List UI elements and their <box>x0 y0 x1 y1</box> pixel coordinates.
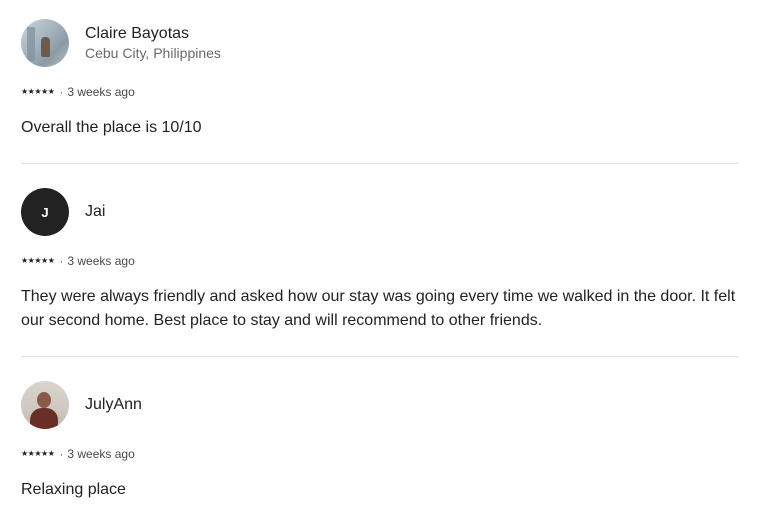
star-icon: ★ <box>41 256 48 265</box>
star-icon: ★ <box>27 449 35 458</box>
reviewer-header: J Jai <box>21 188 738 236</box>
star-icon: ★ <box>27 87 35 96</box>
reviewer-info: Claire Bayotas Cebu City, Philippines <box>85 24 221 62</box>
review-text: Overall the place is 10/10 <box>21 119 202 136</box>
reviewer-name[interactable]: Claire Bayotas <box>85 24 221 44</box>
review-item: J Jai ★ ★ ★ ★ ★ · 3 weeks ago They were … <box>21 188 738 333</box>
rating-stars: ★ ★ ★ ★ ★ <box>21 256 55 265</box>
avatar[interactable]: J <box>21 188 69 236</box>
avatar[interactable] <box>21 19 69 67</box>
avatar-photo-body <box>30 408 58 429</box>
star-icon: ★ <box>27 256 35 265</box>
review-date: 3 weeks ago <box>67 447 135 461</box>
reviewer-location: Cebu City, Philippines <box>85 45 221 61</box>
star-icon: ★ <box>47 449 55 458</box>
avatar-initial: J <box>41 204 49 220</box>
rating-stars: ★ ★ ★ ★ ★ <box>21 449 55 458</box>
star-icon: ★ <box>21 256 28 265</box>
star-icon: ★ <box>21 449 28 458</box>
review-meta: ★ ★ ★ ★ ★ · 3 weeks ago <box>21 83 738 101</box>
avatar[interactable] <box>21 381 69 429</box>
review-date: 3 weeks ago <box>67 85 135 99</box>
review-meta: ★ ★ ★ ★ ★ · 3 weeks ago <box>21 445 738 463</box>
meta-separator: · <box>59 85 64 99</box>
reviewer-info: Jai <box>85 202 105 222</box>
reviewer-header: JulyAnn <box>21 381 738 429</box>
star-icon: ★ <box>34 87 42 96</box>
review-divider <box>21 356 738 357</box>
avatar-photo-figure <box>41 37 50 57</box>
avatar-photo-head <box>37 392 51 408</box>
reviewer-header: Claire Bayotas Cebu City, Philippines <box>21 19 738 67</box>
review-text: They were always friendly and asked how … <box>21 288 736 329</box>
review-divider <box>21 163 738 164</box>
review-text: Relaxing place <box>21 481 126 498</box>
reviewer-name[interactable]: Jai <box>85 202 105 222</box>
review-date: 3 weeks ago <box>67 254 135 268</box>
star-icon: ★ <box>47 256 55 265</box>
meta-separator: · <box>59 447 64 461</box>
reviewer-name[interactable]: JulyAnn <box>85 395 142 415</box>
star-icon: ★ <box>21 87 28 96</box>
star-icon: ★ <box>34 256 42 265</box>
star-icon: ★ <box>34 449 42 458</box>
review-meta: ★ ★ ★ ★ ★ · 3 weeks ago <box>21 252 738 270</box>
star-icon: ★ <box>41 449 48 458</box>
star-icon: ★ <box>47 87 55 96</box>
star-icon: ★ <box>41 87 48 96</box>
reviewer-info: JulyAnn <box>85 395 142 415</box>
avatar-photo-shape <box>27 27 35 61</box>
review-item: JulyAnn ★ ★ ★ ★ ★ · 3 weeks ago Relaxing… <box>21 381 738 502</box>
review-item: Claire Bayotas Cebu City, Philippines ★ … <box>21 19 738 140</box>
rating-stars: ★ ★ ★ ★ ★ <box>21 87 55 96</box>
meta-separator: · <box>59 254 64 268</box>
